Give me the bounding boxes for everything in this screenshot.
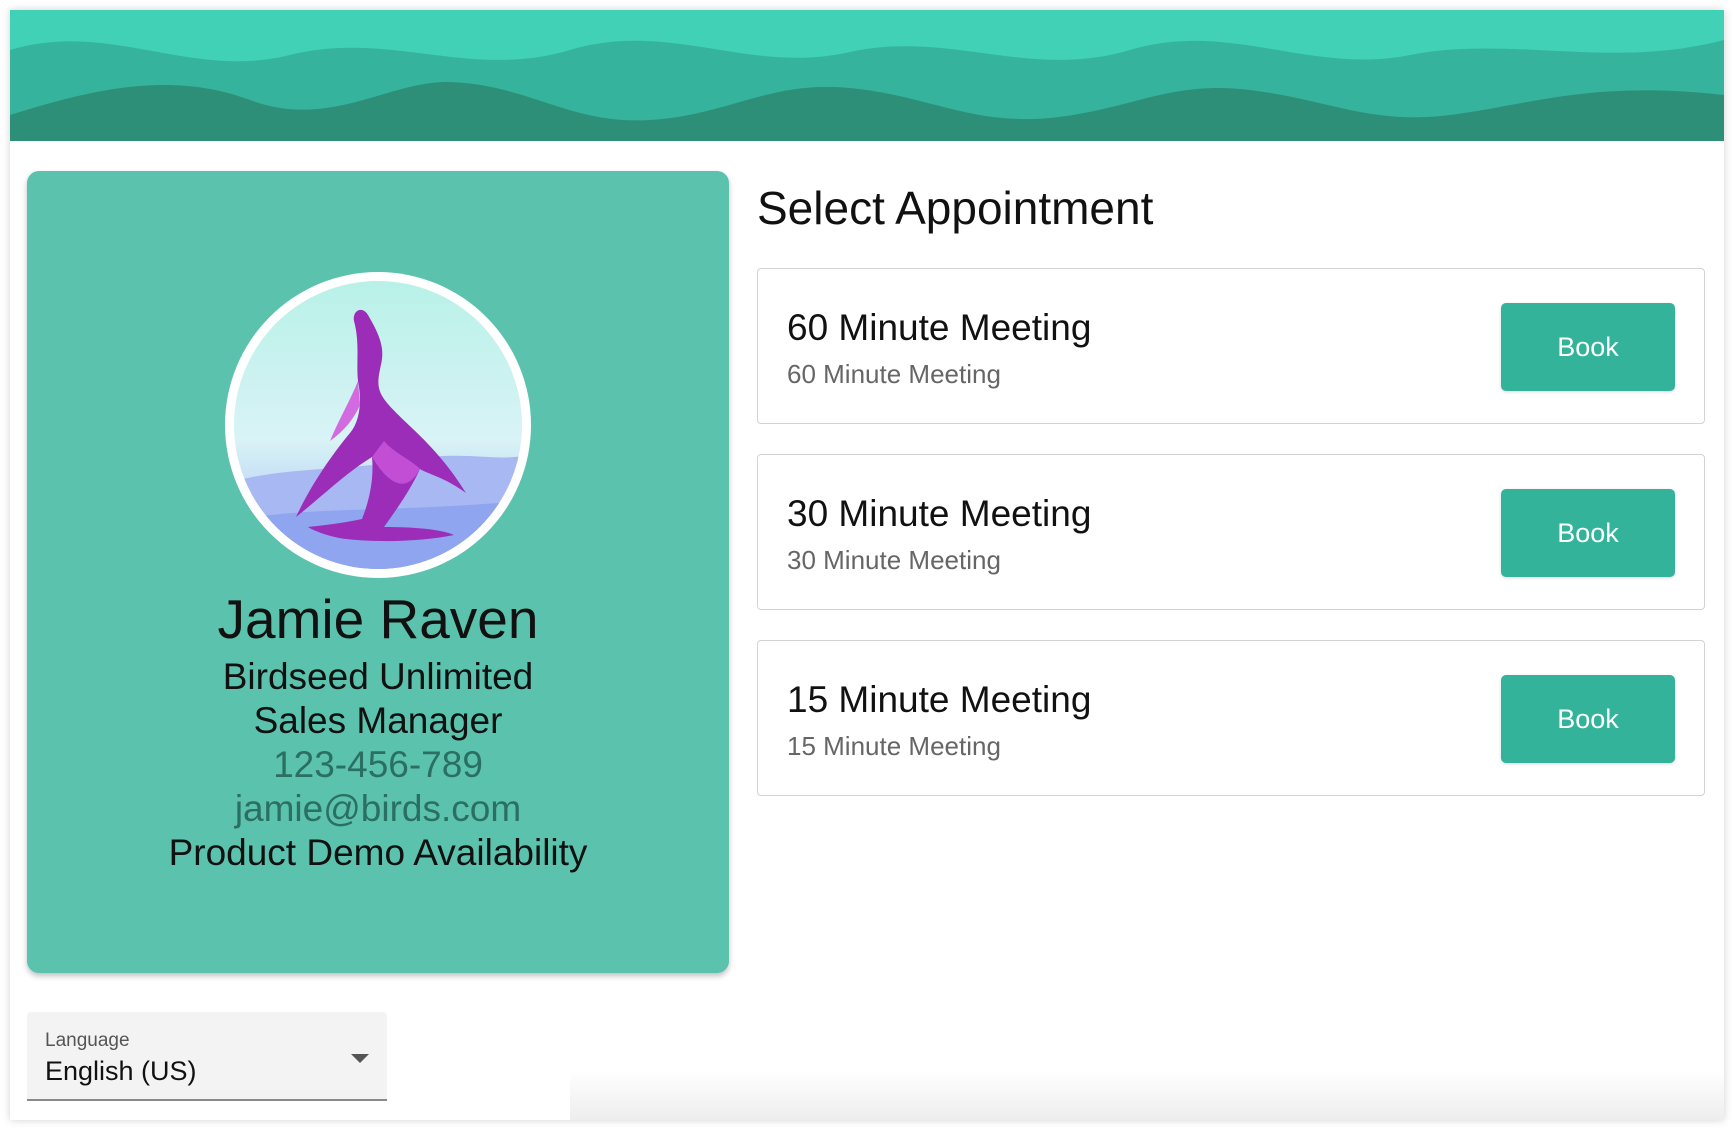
profile-email-link[interactable]: jamie@birds.com — [27, 787, 729, 831]
purple-dragon-icon — [234, 281, 522, 569]
language-value: English (US) — [45, 1056, 197, 1086]
appointment-card-60: 60 Minute Meeting 60 Minute Meeting Book — [757, 268, 1705, 424]
appointment-subtitle: 15 Minute Meeting — [787, 731, 1001, 761]
page-title: Select Appointment — [757, 182, 1154, 234]
avatar — [225, 272, 531, 578]
profile-details: Jamie Raven Birdseed Unlimited Sales Man… — [27, 583, 729, 875]
profile-event-name: Product Demo Availability — [168, 832, 588, 873]
profile-name: Jamie Raven — [217, 588, 539, 650]
book-button-60[interactable]: Book — [1501, 303, 1675, 391]
book-button-30[interactable]: Book — [1501, 489, 1675, 577]
appointment-subtitle: 30 Minute Meeting — [787, 545, 1001, 575]
bottom-shadow — [570, 1070, 1724, 1120]
profile-card: Jamie Raven Birdseed Unlimited Sales Man… — [27, 171, 729, 973]
wave-banner — [10, 10, 1724, 141]
appointment-subtitle: 60 Minute Meeting — [787, 359, 1001, 389]
profile-company: Birdseed Unlimited — [222, 656, 534, 697]
language-label: Language — [45, 1030, 130, 1051]
appointment-card-30: 30 Minute Meeting 30 Minute Meeting Book — [757, 454, 1705, 610]
language-select[interactable]: Language English (US) — [27, 1012, 387, 1101]
appointment-title: 30 Minute Meeting — [787, 493, 1092, 534]
profile-phone-link[interactable]: 123-456-789 — [27, 743, 729, 787]
appointment-list: 60 Minute Meeting 60 Minute Meeting Book… — [757, 268, 1705, 826]
chevron-down-icon — [351, 1054, 369, 1063]
appointment-title: 60 Minute Meeting — [787, 307, 1092, 348]
booking-page: Jamie Raven Birdseed Unlimited Sales Man… — [10, 10, 1724, 1120]
profile-job-title: Sales Manager — [253, 700, 503, 741]
book-button-15[interactable]: Book — [1501, 675, 1675, 763]
appointment-card-15: 15 Minute Meeting 15 Minute Meeting Book — [757, 640, 1705, 796]
appointment-title: 15 Minute Meeting — [787, 679, 1092, 720]
